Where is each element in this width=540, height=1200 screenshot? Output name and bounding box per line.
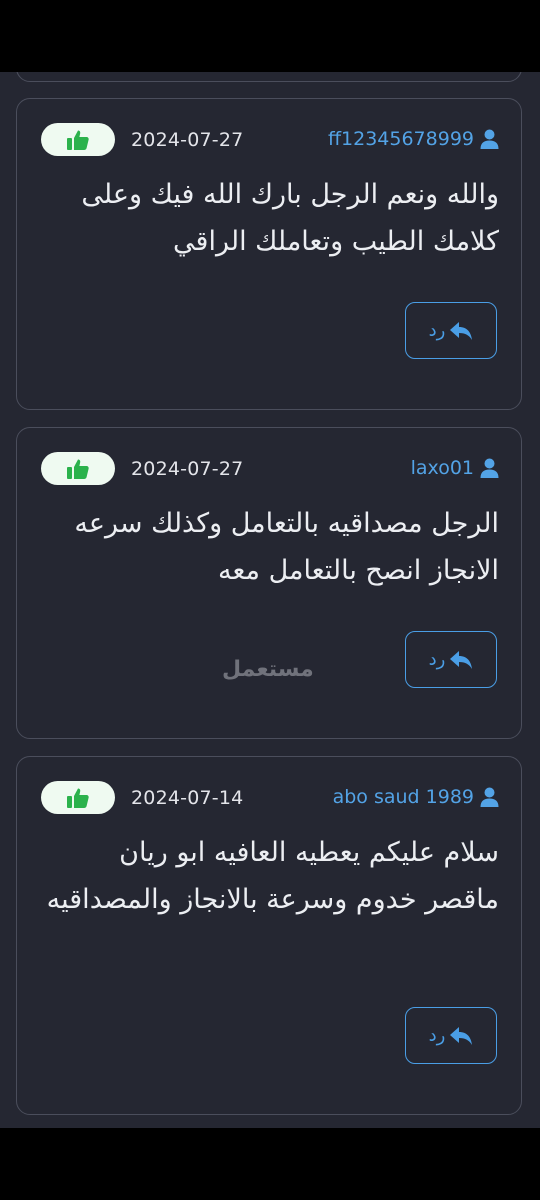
like-button[interactable] — [41, 452, 115, 485]
thumbs-up-icon — [67, 130, 89, 150]
comment-author[interactable]: laxo01 — [411, 457, 499, 479]
thumbs-up-icon — [67, 788, 89, 808]
comment-header: 2024-07-27 laxo01 — [39, 452, 499, 486]
like-button[interactable] — [41, 123, 115, 156]
like-button[interactable] — [41, 781, 115, 814]
user-icon — [480, 129, 499, 149]
reply-arrow-icon — [450, 650, 473, 669]
comment-card: 2024-07-27 laxo01 الرجل مصداقيه بالتعامل… — [16, 427, 522, 739]
comment-author[interactable]: abo saud 1989 — [333, 786, 499, 808]
reply-arrow-icon — [450, 1026, 473, 1045]
comment-text: سلام عليكم يعطيه العافيه ابو ريان ماقصر … — [46, 837, 499, 915]
reply-button[interactable]: رد — [405, 631, 497, 688]
comments-feed[interactable]: 2024-07-27 ff12345678999 والله ونعم الرج… — [0, 72, 540, 1128]
user-icon — [480, 787, 499, 807]
reply-label: رد — [428, 320, 446, 341]
comment-header: 2024-07-27 ff12345678999 — [39, 123, 499, 157]
comment-card: 2024-07-27 ff12345678999 والله ونعم الرج… — [16, 98, 522, 410]
reply-button[interactable]: رد — [405, 302, 497, 359]
comment-date: 2024-07-27 — [131, 129, 244, 151]
watermark-logo: مستعمل — [222, 657, 314, 682]
comment-author[interactable]: ff12345678999 — [328, 128, 499, 150]
comment-date: 2024-07-27 — [131, 458, 244, 480]
reply-label: رد — [428, 649, 446, 670]
username[interactable]: laxo01 — [411, 457, 474, 479]
comment-header: 2024-07-14 abo saud 1989 — [39, 781, 499, 815]
comment-date: 2024-07-14 — [131, 787, 244, 809]
username[interactable]: ff12345678999 — [328, 128, 474, 150]
reply-arrow-icon — [450, 321, 473, 340]
reply-label: رد — [428, 1025, 446, 1046]
comment-text: والله ونعم الرجل بارك الله فيك وعلى كلام… — [81, 179, 499, 257]
thumbs-up-icon — [67, 459, 89, 479]
navigation-bar — [0, 1128, 540, 1200]
comment-card: 2024-07-14 abo saud 1989 سلام عليكم يعطي… — [16, 756, 522, 1115]
comment-text: الرجل مصداقيه بالتعامل وكذلك سرعه الانجا… — [74, 508, 499, 586]
status-bar — [0, 0, 540, 72]
comment-card-partial — [16, 72, 522, 82]
user-icon — [480, 458, 499, 478]
username[interactable]: abo saud 1989 — [333, 786, 474, 808]
reply-button[interactable]: رد — [405, 1007, 497, 1064]
